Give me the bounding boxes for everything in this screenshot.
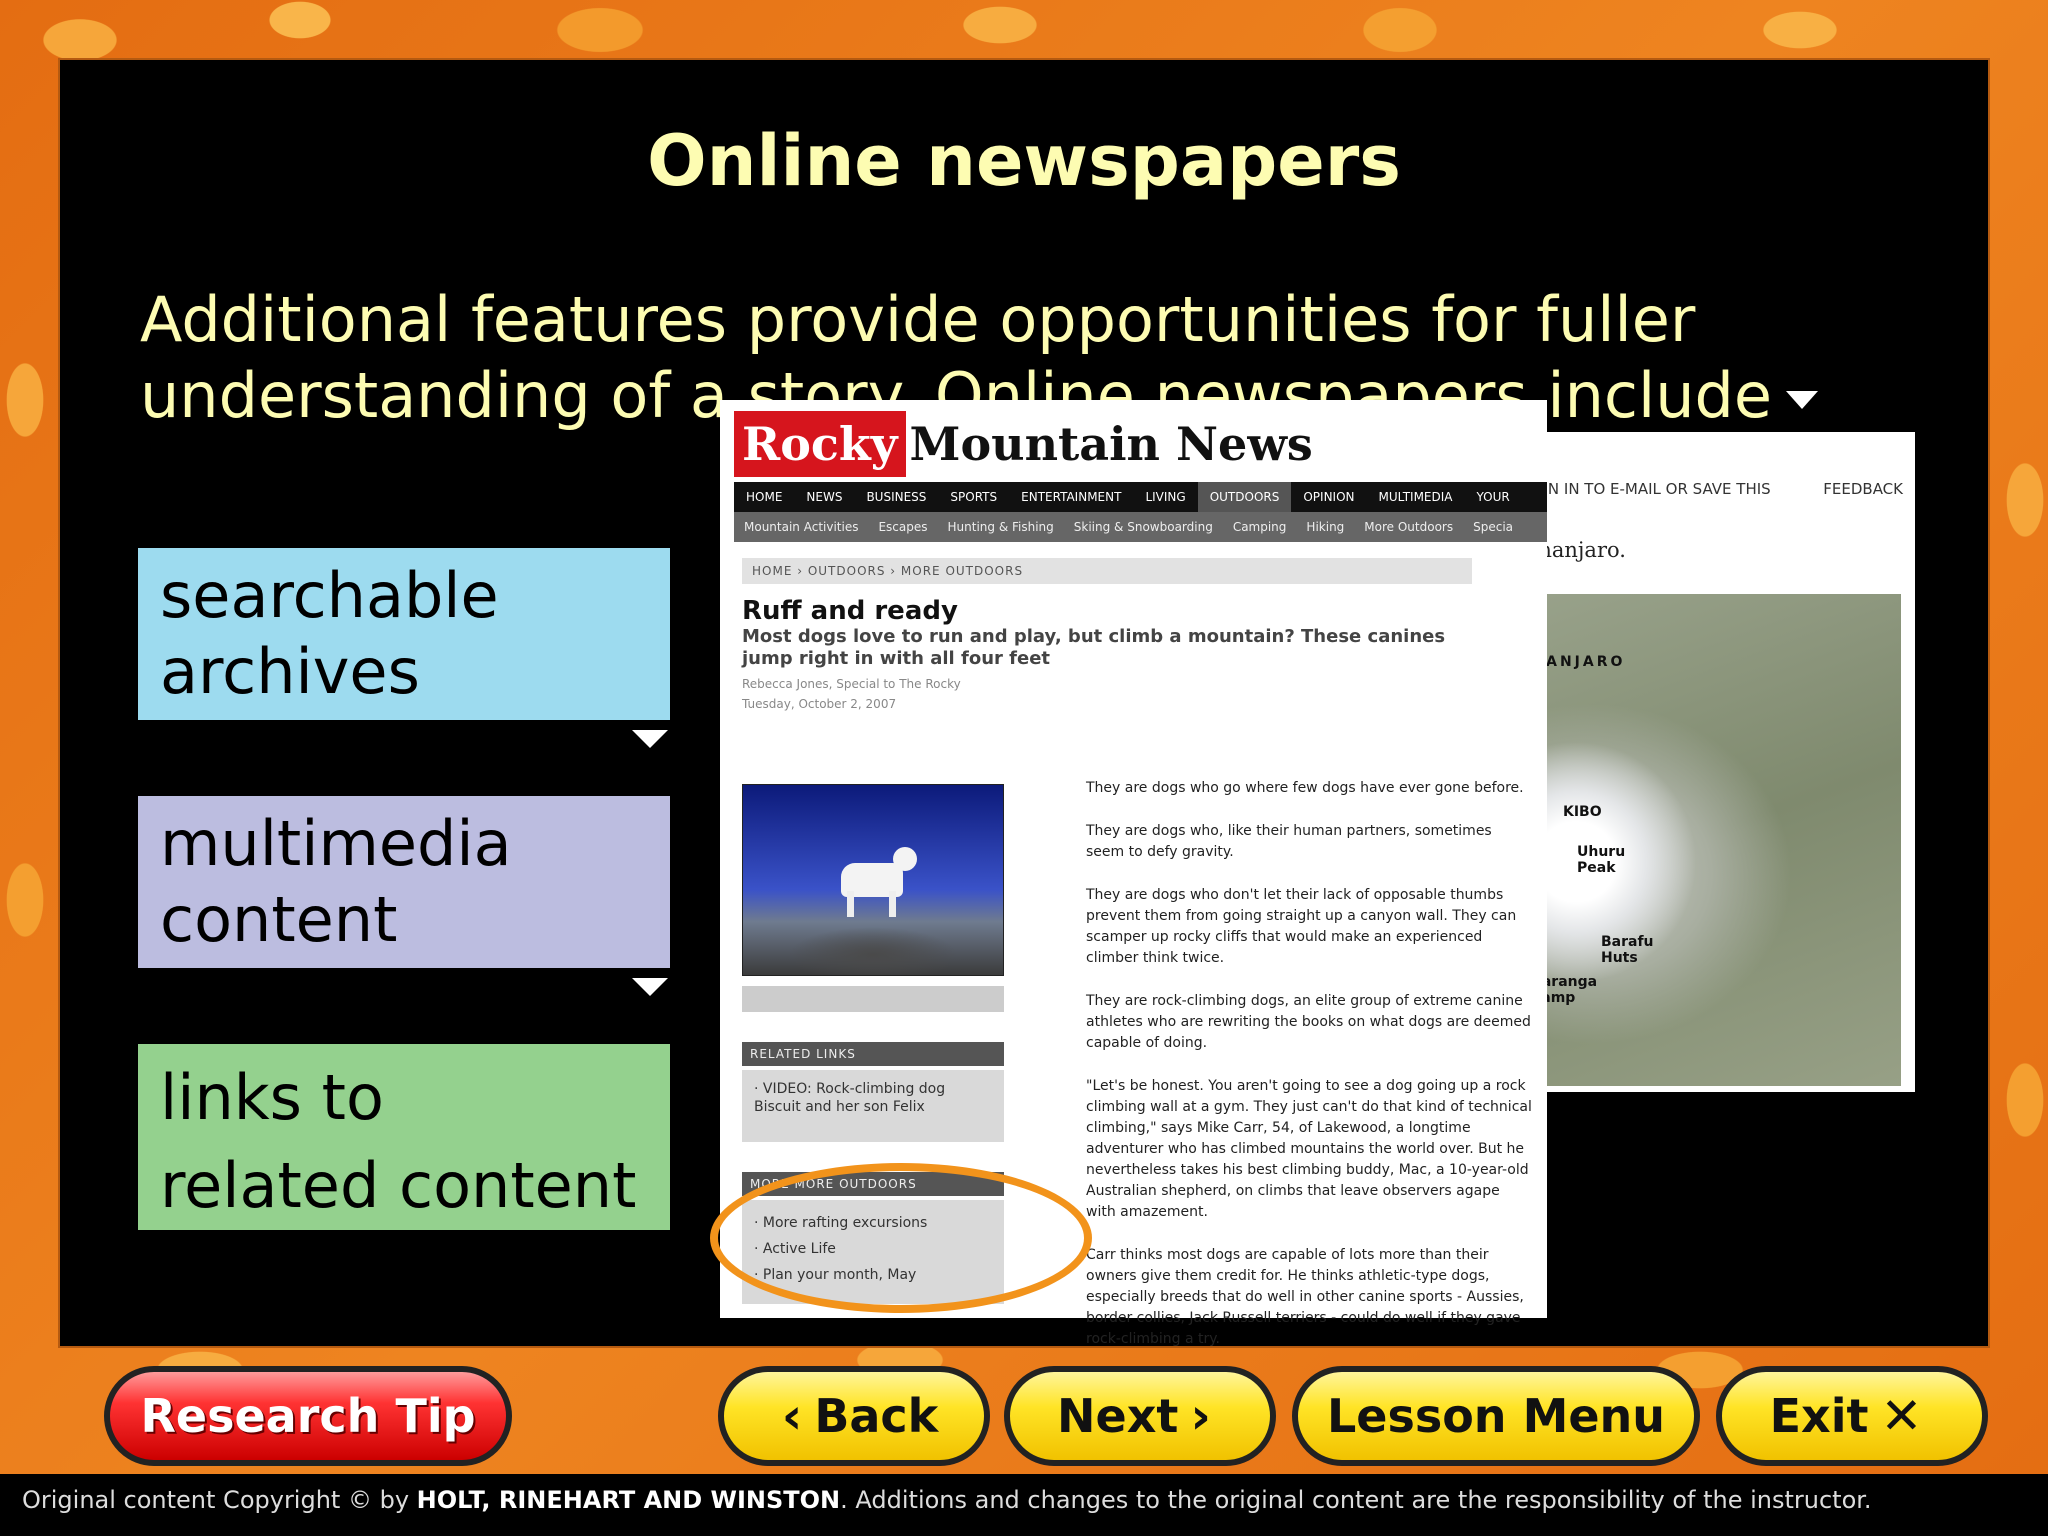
nav-item: YOUR	[1476, 490, 1510, 504]
feature-label-line2: related content	[160, 1149, 637, 1222]
publisher-name: HOLT, RINEHART AND WINSTON	[416, 1486, 841, 1514]
research-tip-button[interactable]: Research Tip	[104, 1366, 512, 1466]
dog-photo	[742, 784, 1004, 976]
subnav-item: Hunting & Fishing	[947, 520, 1054, 534]
article-paragraph: Carr thinks most dogs are capable of lot…	[1086, 1247, 1524, 1347]
related-links-header: RELATED LINKS	[742, 1042, 1004, 1066]
research-tip-label: Research Tip	[140, 1389, 476, 1443]
exit-label: Exit	[1769, 1389, 1869, 1443]
article-date: Tuesday, October 2, 2007	[742, 697, 897, 711]
nav-item: NEWS	[806, 490, 843, 504]
feature-label-line1: links to	[160, 1061, 384, 1134]
feature-label-line2: content	[160, 883, 398, 956]
chevron-right-icon: ›	[1190, 1387, 1211, 1445]
article-deck: Most dogs love to run and play, but clim…	[742, 626, 1446, 669]
slide-title: Online newspapers	[647, 120, 1401, 202]
subnav-item: Camping	[1232, 520, 1287, 534]
article-body: They are dogs who go where few dogs have…	[1086, 778, 1532, 1372]
reveal-arrow-icon[interactable]	[1786, 390, 1819, 409]
nav-item: BUSINESS	[866, 490, 927, 504]
highlight-ellipse	[710, 1163, 1092, 1313]
map-label: Uhuru Peak	[1577, 844, 1626, 876]
feature-box-related-content: links to related content	[138, 1044, 670, 1230]
copyright-suffix: . Additions and changes to the original …	[840, 1486, 1872, 1514]
feature-label-line1: multimedia	[160, 807, 512, 880]
article-author: Rebecca Jones, Special to The Rocky	[742, 677, 961, 691]
subnav-item: Hiking	[1306, 520, 1345, 534]
logo-black-part: Mountain News	[909, 417, 1313, 471]
article-headline: Ruff and ready	[742, 596, 958, 626]
lesson-menu-label: Lesson Menu	[1326, 1389, 1666, 1443]
dog-head	[893, 847, 917, 871]
close-icon: ✕	[1880, 1387, 1923, 1445]
article-paragraph: They are dogs who, like their human part…	[1086, 823, 1492, 860]
article-paragraph: They are dogs who don't let their lack o…	[1086, 887, 1517, 966]
subnav-item: Escapes	[878, 520, 928, 534]
copyright-footer: Original content Copyright © by HOLT, RI…	[0, 1474, 2048, 1536]
next-button[interactable]: Next ›	[1004, 1366, 1276, 1466]
nav-item: MULTIMEDIA	[1378, 490, 1453, 504]
feedback-link: FEEDBACK	[1823, 480, 1903, 498]
secondary-nav: Mountain Activities Escapes Hunting & Fi…	[734, 512, 1547, 542]
nav-item: HOME	[746, 490, 783, 504]
photo-caption-bar	[742, 986, 1004, 1012]
chevron-left-icon: ‹	[781, 1387, 803, 1445]
reveal-arrow-icon[interactable]	[632, 978, 668, 996]
nav-item-active: OUTDOORS	[1197, 482, 1292, 512]
map-label: KIBO	[1563, 804, 1602, 820]
article-byline: Rebecca Jones, Special to The Rocky Tues…	[742, 674, 961, 714]
nav-item: SPORTS	[950, 490, 998, 504]
related-links-box: · VIDEO: Rock-climbing dog Biscuit and h…	[742, 1070, 1004, 1142]
reveal-arrow-icon[interactable]	[632, 730, 668, 748]
nav-item: ENTERTAINMENT	[1021, 490, 1122, 504]
subnav-item: Skiing & Snowboarding	[1073, 520, 1213, 534]
nav-item: LIVING	[1145, 490, 1186, 504]
article-paragraph: "Let's be honest. You aren't going to se…	[1086, 1078, 1532, 1220]
subnav-item: Mountain Activities	[744, 520, 859, 534]
subnav-item: More Outdoors	[1364, 520, 1454, 534]
copyright-prefix: Original content Copyright © by	[22, 1486, 417, 1514]
back-label: Back	[814, 1389, 939, 1443]
breadcrumb: HOME › OUTDOORS › MORE OUTDOORS	[742, 558, 1472, 584]
related-link: · VIDEO: Rock-climbing dog Biscuit and h…	[754, 1081, 946, 1115]
dog-leg	[847, 891, 854, 917]
back-button[interactable]: ‹ Back	[718, 1366, 990, 1466]
feature-label-line1: searchable	[160, 559, 499, 632]
article-paragraph: They are dogs who go where few dogs have…	[1086, 780, 1524, 796]
lesson-menu-button[interactable]: Lesson Menu	[1292, 1366, 1700, 1466]
map-label: Barafu Huts	[1601, 934, 1654, 966]
logo-red-part: Rocky	[734, 411, 906, 477]
next-label: Next	[1057, 1389, 1179, 1443]
feature-label-line2: archives	[160, 635, 420, 708]
newspaper-logo: Rocky Mountain News	[734, 408, 1313, 480]
subnav-item: Specia	[1473, 520, 1514, 534]
feature-box-multimedia-content: multimedia content	[138, 796, 670, 968]
nav-item: OPINION	[1303, 490, 1355, 504]
exit-button[interactable]: Exit ✕	[1716, 1366, 1988, 1466]
article-paragraph: They are rock-climbing dogs, an elite gr…	[1086, 993, 1531, 1051]
primary-nav: HOME NEWS BUSINESS SPORTS ENTERTAINMENT …	[734, 482, 1547, 512]
feature-box-searchable-archives: searchable archives	[138, 548, 670, 720]
dog-leg	[889, 891, 896, 917]
